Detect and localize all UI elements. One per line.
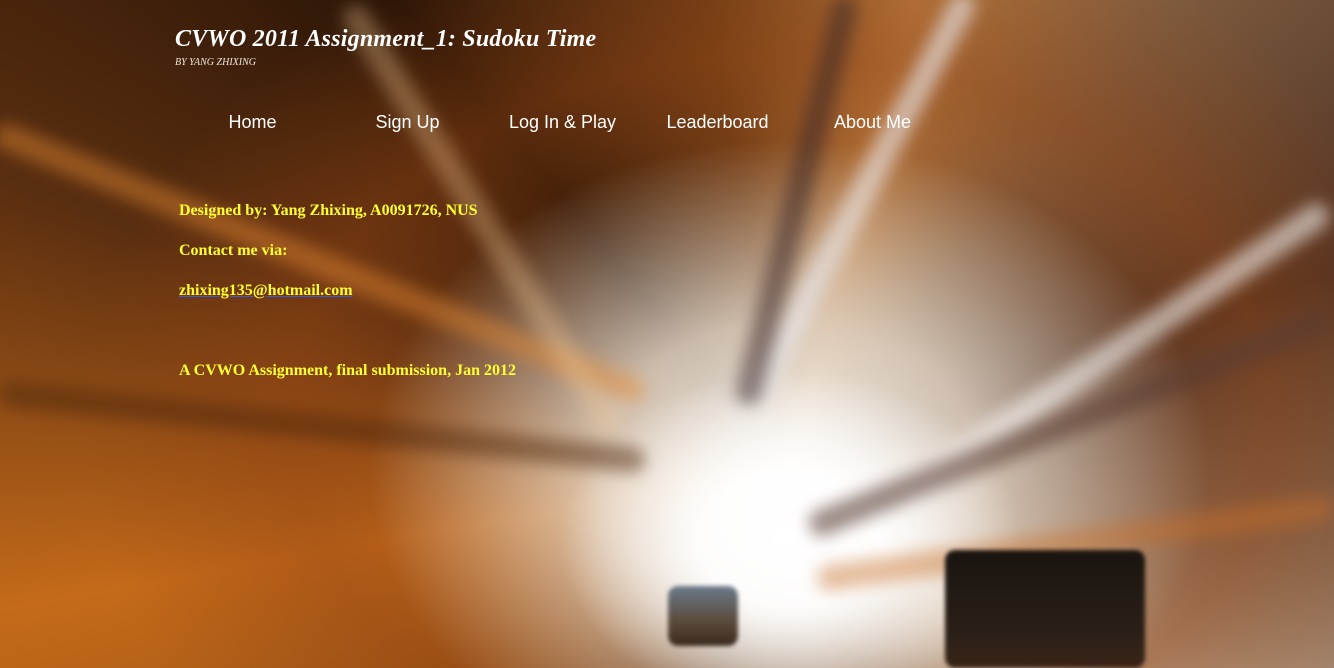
submission-note: A CVWO Assignment, final submission, Jan…	[179, 362, 516, 379]
email-line: zhixing135@hotmail.com	[179, 281, 516, 301]
about-content: Designed by: Yang Zhixing, A0091726, NUS…	[179, 201, 516, 381]
nav-log-in-play-link[interactable]: Log In & Play	[485, 108, 640, 136]
nav-about-me-link[interactable]: About Me	[795, 108, 950, 136]
nav-leaderboard-link[interactable]: Leaderboard	[640, 108, 795, 136]
site-subtitle: BY YANG ZHIXING	[175, 57, 256, 68]
contact-label: Contact me via:	[179, 242, 288, 259]
nav-sign-up-link[interactable]: Sign Up	[330, 108, 485, 136]
email-link[interactable]: zhixing135@hotmail.com	[179, 282, 353, 299]
designed-by-text: Designed by: Yang Zhixing, A0091726, NUS	[179, 202, 478, 219]
site-title: CVWO 2011 Assignment_1: Sudoku Time	[175, 26, 597, 52]
site-header: CVWO 2011 Assignment_1: Sudoku Time BY Y…	[175, 24, 596, 69]
main-nav: Home Sign Up Log In & Play Leaderboard A…	[175, 108, 950, 136]
nav-home-link[interactable]: Home	[175, 108, 330, 136]
